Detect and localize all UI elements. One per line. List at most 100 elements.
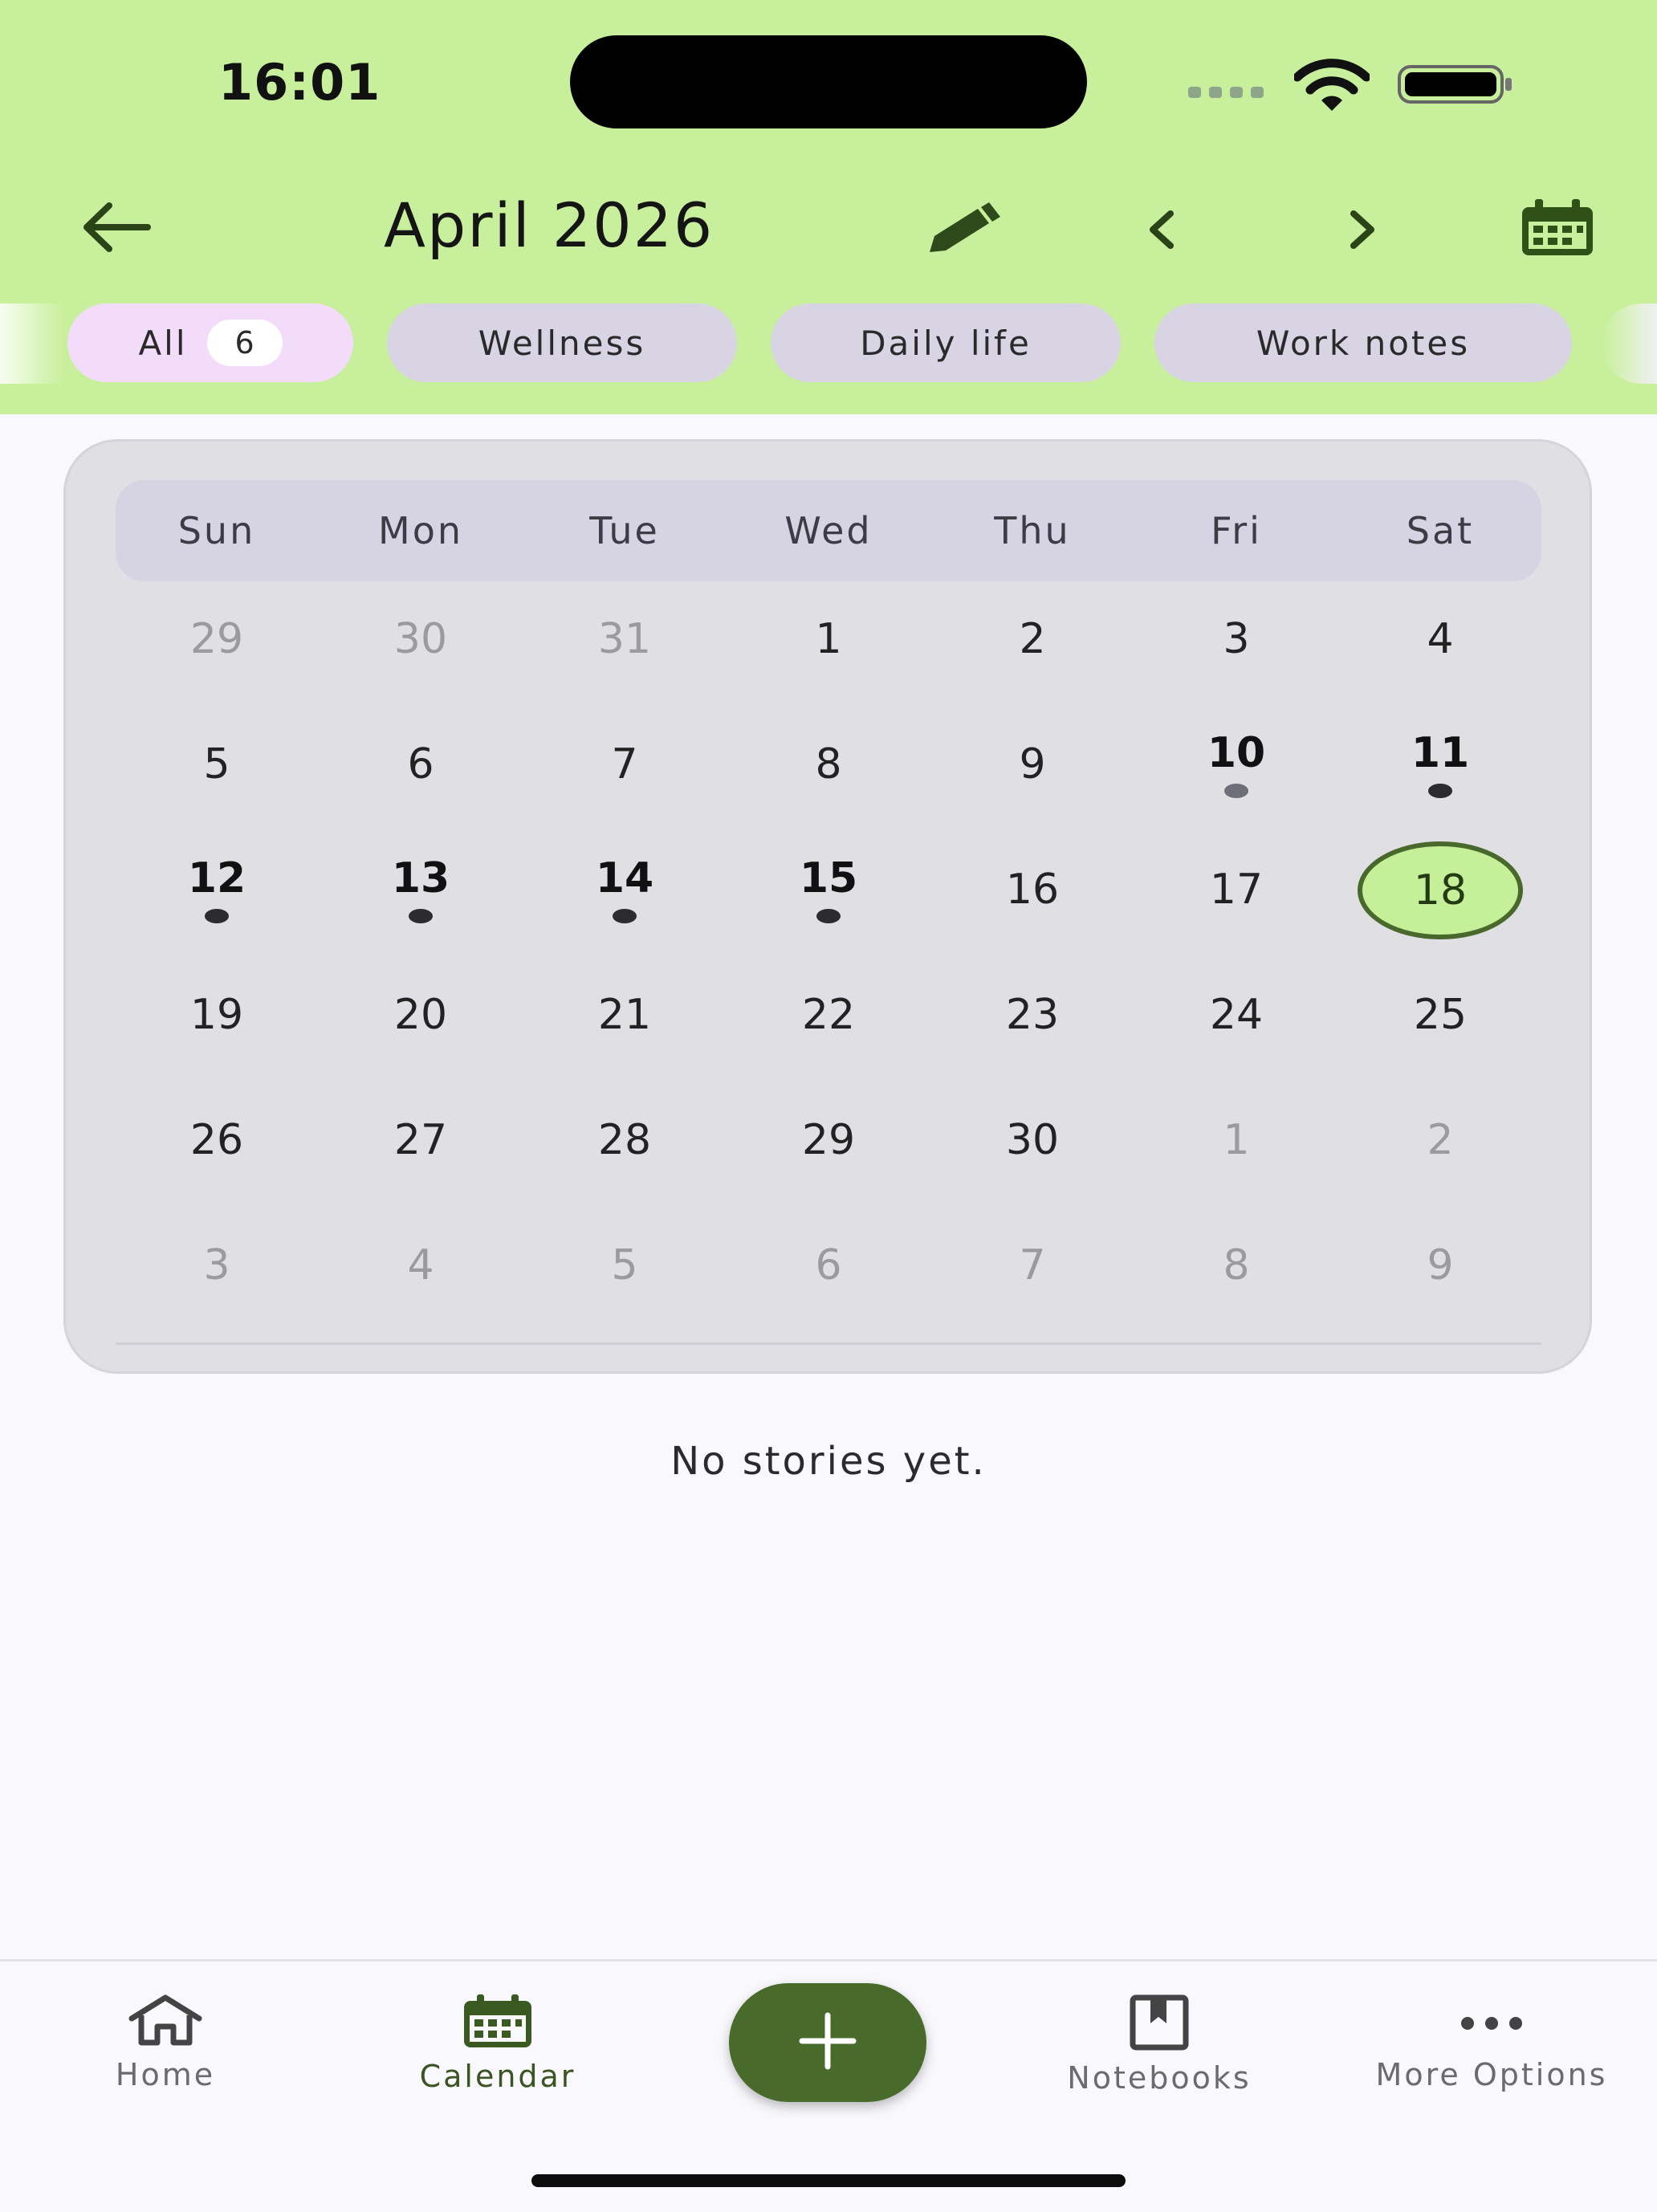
- calendar-day[interactable]: 5: [544, 1241, 705, 1338]
- calendar-day[interactable]: 16: [952, 866, 1113, 962]
- calendar-day[interactable]: 3: [136, 1241, 297, 1338]
- calendar-day[interactable]: 2: [952, 615, 1113, 711]
- calendar-day[interactable]: 30: [952, 1116, 1113, 1212]
- previous-month-button[interactable]: [1140, 207, 1185, 255]
- calendar-day[interactable]: 1: [748, 615, 909, 711]
- day-number: 6: [815, 1241, 842, 1289]
- nav-home[interactable]: Home: [45, 1994, 286, 2092]
- calendar-day[interactable]: 6: [340, 740, 501, 837]
- calendar-day[interactable]: 7: [952, 1241, 1113, 1338]
- filter-chip-work-notes[interactable]: Work notes: [1154, 303, 1572, 382]
- entry-dot-indicator: [1224, 784, 1248, 798]
- calendar-day[interactable]: 28: [544, 1116, 705, 1212]
- day-number: 16: [1005, 866, 1060, 914]
- day-number: 31: [597, 615, 652, 663]
- calendar-day[interactable]: 11: [1360, 729, 1521, 825]
- calendar-picker-button[interactable]: [1519, 199, 1596, 260]
- filter-chips: All 6 Wellness Daily life Work notes: [0, 303, 1657, 385]
- day-number: 3: [1223, 615, 1250, 663]
- day-number: 9: [1019, 740, 1046, 788]
- day-number: 25: [1413, 991, 1468, 1039]
- calendar-day[interactable]: 24: [1156, 991, 1317, 1087]
- calendar-day[interactable]: 2: [1360, 1116, 1521, 1212]
- nav-calendar[interactable]: Calendar: [377, 1994, 618, 2094]
- calendar-day[interactable]: 22: [748, 991, 909, 1087]
- day-number: 4: [1427, 615, 1454, 663]
- empty-state-text: No stories yet.: [670, 1439, 987, 1484]
- card-divider: [116, 1342, 1541, 1345]
- filter-chip-daily-life[interactable]: Daily life: [771, 303, 1121, 382]
- pencil-icon: [925, 202, 1005, 262]
- home-indicator: [531, 2174, 1126, 2187]
- calendar-day[interactable]: 27: [340, 1116, 501, 1212]
- chip-label: Wellness: [478, 323, 646, 363]
- calendar-day[interactable]: 23: [952, 991, 1113, 1087]
- day-number: 11: [1411, 729, 1470, 777]
- entry-dot-indicator: [613, 909, 637, 923]
- calendar-day[interactable]: 5: [136, 740, 297, 837]
- calendar-day[interactable]: 3: [1156, 615, 1317, 711]
- day-number: 12: [187, 854, 246, 902]
- calendar-day[interactable]: 4: [340, 1241, 501, 1338]
- day-number: 27: [393, 1116, 448, 1164]
- month-title: April 2026: [384, 189, 715, 261]
- nav-label: Calendar: [419, 2059, 576, 2094]
- day-number: 30: [1005, 1116, 1060, 1164]
- entry-dot-indicator: [1428, 784, 1452, 798]
- calendar-day[interactable]: 12: [136, 854, 297, 951]
- day-number: 4: [407, 1241, 434, 1289]
- calendar-day[interactable]: 15: [748, 854, 909, 951]
- calendar-day[interactable]: 7: [544, 740, 705, 837]
- entry-dot-indicator: [409, 909, 433, 923]
- chips-fade-left: [0, 303, 64, 384]
- calendar-day[interactable]: 21: [544, 991, 705, 1087]
- calendar-day[interactable]: 17: [1156, 866, 1317, 962]
- calendar-day[interactable]: 4: [1360, 615, 1521, 711]
- edit-button[interactable]: [925, 202, 1005, 262]
- calendar-day[interactable]: 29: [748, 1116, 909, 1212]
- day-number: 7: [1019, 1241, 1046, 1289]
- calendar-day[interactable]: 19: [136, 991, 297, 1087]
- calendar-day[interactable]: 8: [748, 740, 909, 837]
- weekday-label: Thu: [994, 509, 1071, 552]
- entry-dot-indicator: [205, 909, 229, 923]
- day-number: 9: [1427, 1241, 1454, 1289]
- calendar-day[interactable]: 29: [136, 615, 297, 711]
- weekday-label: Sun: [177, 509, 256, 552]
- calendar-day[interactable]: 13: [340, 854, 501, 951]
- calendar-day[interactable]: 1: [1156, 1116, 1317, 1212]
- chip-count-badge: 6: [206, 320, 283, 366]
- calendar-day[interactable]: 30: [340, 615, 501, 711]
- add-story-button[interactable]: [729, 1983, 926, 2102]
- day-number: 1: [1223, 1116, 1250, 1164]
- calendar-day[interactable]: 9: [952, 740, 1113, 837]
- filter-chip-wellness[interactable]: Wellness: [387, 303, 737, 382]
- selected-day[interactable]: 18: [1358, 841, 1523, 939]
- next-month-button[interactable]: [1339, 207, 1384, 255]
- calendar-day[interactable]: 8: [1156, 1241, 1317, 1338]
- nav-more-options[interactable]: More Options: [1371, 1994, 1612, 2092]
- day-number: 17: [1209, 866, 1264, 914]
- day-number: 14: [595, 854, 654, 902]
- chevron-left-icon: [1140, 210, 1185, 255]
- day-number: 26: [189, 1116, 244, 1164]
- weekday-label: Mon: [378, 509, 463, 552]
- calendar-icon: [459, 1994, 536, 2052]
- calendar-day[interactable]: 10: [1156, 729, 1317, 825]
- calendar-day[interactable]: 14: [544, 854, 705, 951]
- day-number: 5: [611, 1241, 638, 1289]
- calendar-day[interactable]: 9: [1360, 1241, 1521, 1338]
- calendar-day[interactable]: 31: [544, 615, 705, 711]
- nav-label: More Options: [1375, 2057, 1608, 2092]
- battery-icon: [1397, 64, 1514, 108]
- wifi-icon: [1293, 58, 1371, 117]
- nav-notebooks[interactable]: Notebooks: [1039, 1994, 1280, 2096]
- calendar-day[interactable]: 6: [748, 1241, 909, 1338]
- calendar-day[interactable]: 20: [340, 991, 501, 1087]
- calendar-day[interactable]: 26: [136, 1116, 297, 1212]
- day-number: 5: [203, 740, 230, 788]
- filter-chip-all[interactable]: All 6: [67, 303, 353, 382]
- back-button[interactable]: [80, 199, 153, 259]
- weekday-label: Tue: [589, 509, 660, 552]
- calendar-day[interactable]: 25: [1360, 991, 1521, 1087]
